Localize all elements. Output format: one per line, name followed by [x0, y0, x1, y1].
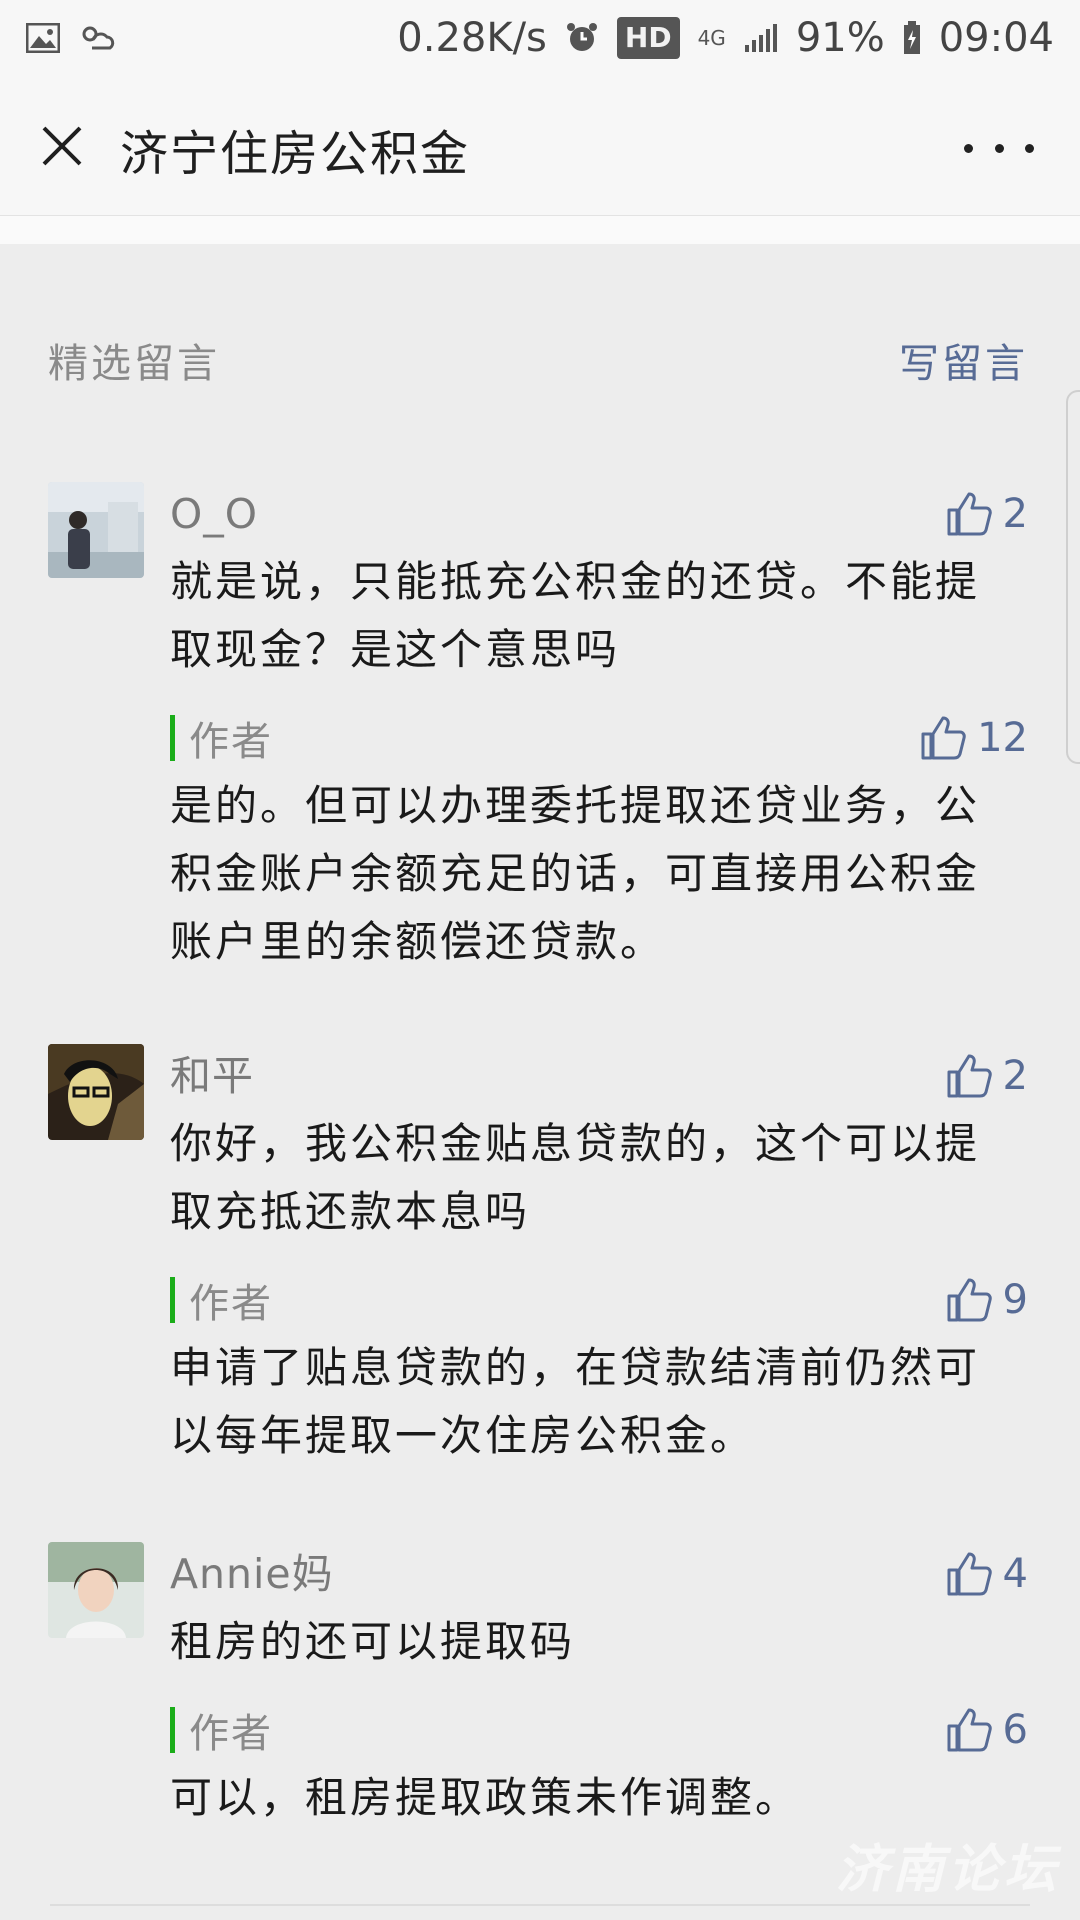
reply-text: 是的。但可以办理委托提取还贷业务，公 积金账户余额充足的话，可直接用公积金 账户… — [170, 772, 1028, 976]
reply-text: 申请了贴息贷款的，在贷款结清前仍然可 以每年提取一次住房公积金。 — [170, 1334, 1028, 1470]
reply-text-line: 账户里的余额偿还贷款。 — [170, 917, 666, 966]
comment-text-line: 你好，我公积金贴息贷款的，这个可以提 — [170, 1119, 981, 1168]
side-scroll-handle[interactable] — [1066, 390, 1080, 764]
clock: 09:04 — [938, 15, 1054, 61]
comment-text-line: 取现金？是这个意思吗 — [170, 625, 621, 674]
avatar[interactable] — [48, 482, 144, 578]
like-button[interactable]: 2 — [945, 482, 1028, 546]
author-reply-bar — [170, 1707, 175, 1753]
like-count: 4 — [1002, 1551, 1028, 1597]
thumbs-up-icon — [947, 1278, 992, 1322]
header-divider — [0, 216, 1080, 244]
like-count: 9 — [1002, 1277, 1028, 1323]
write-comment-link[interactable]: 写留言 — [899, 331, 1028, 389]
reply-text-line: 可以，租房提取政策未作调整。 — [170, 1773, 801, 1822]
like-button[interactable]: 2 — [945, 1044, 1028, 1108]
nav-header: 济宁住房公积金 — [0, 76, 1080, 216]
reply-text-line: 以每年提取一次住房公积金。 — [170, 1411, 756, 1460]
like-count: 2 — [1002, 491, 1028, 537]
reply-text-line: 申请了贴息贷款的，在贷款结清前仍然可 — [170, 1343, 981, 1392]
author-reply: 作者 12 是的。但可以办理委托提取还贷业务，公 积金账户余额充足的话，可直接用… — [170, 706, 1028, 976]
hd-badge: HD — [616, 17, 680, 59]
site-watermark: 济南论坛 — [835, 1840, 1060, 1900]
network-speed: 0.28K/s — [397, 15, 547, 61]
comment-text: 你好，我公积金贴息贷款的，这个可以提 取充抵还款本息吗 — [170, 1110, 1028, 1246]
like-count: 12 — [977, 715, 1028, 761]
more-options-button[interactable] — [964, 120, 1034, 176]
author-label: 作者 — [189, 719, 273, 765]
comment-nickname: Annie妈 — [170, 1550, 334, 1598]
reply-like-button[interactable]: 12 — [919, 706, 1028, 770]
more-dot-icon — [964, 143, 973, 153]
page-title: 济宁住房公积金 — [120, 126, 471, 182]
comment-nickname: 和平 — [170, 1052, 254, 1100]
comment-nickname: O_O — [170, 490, 259, 538]
reply-text: 可以，租房提取政策未作调整。 — [170, 1764, 1028, 1832]
reply-like-button[interactable]: 9 — [945, 1268, 1028, 1332]
battery-percent: 91% — [795, 15, 885, 61]
comment-text-line: 租房的还可以提取码 — [170, 1617, 576, 1666]
thumbs-up-icon — [921, 716, 966, 760]
comment-text-line: 就是说，只能抵充公积金的还贷。不能提 — [170, 557, 981, 606]
reply-like-button[interactable]: 6 — [945, 1698, 1028, 1762]
thumbs-up-icon — [947, 1708, 992, 1752]
comment-text: 就是说，只能抵充公积金的还贷。不能提 取现金？是这个意思吗 — [170, 548, 1028, 684]
like-button[interactable]: 4 — [945, 1542, 1028, 1606]
close-button[interactable] — [34, 118, 90, 174]
reply-text-line: 积金账户余额充足的话，可直接用公积金 — [170, 849, 981, 898]
thumbs-up-icon — [947, 1552, 992, 1596]
more-dot-icon — [994, 143, 1004, 153]
author-reply-bar — [170, 1277, 175, 1323]
bottom-divider — [50, 1904, 1030, 1906]
reply-text-line: 是的。但可以办理委托提取还贷业务，公 — [170, 781, 981, 830]
comments-section-header: 精选留言 写留言 — [48, 330, 1028, 390]
battery-icon — [903, 21, 921, 55]
status-bar: 0.28K/s HD 4G 91% 09:04 — [0, 0, 1080, 76]
thumbs-up-icon — [947, 1054, 992, 1098]
author-reply-bar — [170, 715, 175, 761]
signal-icon — [744, 23, 778, 53]
comment-text-line: 取充抵还款本息吗 — [170, 1187, 531, 1236]
author-reply: 作者 6 可以，租房提取政策未作调整。 — [170, 1698, 1028, 1832]
alarm-icon — [565, 21, 599, 55]
image-notification-icon — [26, 23, 60, 53]
more-dot-icon — [1025, 143, 1034, 153]
network-type: 4G — [697, 26, 726, 50]
author-label: 作者 — [189, 1281, 273, 1327]
thumbs-up-icon — [947, 492, 992, 536]
weather-icon — [78, 22, 118, 54]
comment-text: 租房的还可以提取码 — [170, 1608, 1028, 1676]
avatar[interactable] — [48, 1542, 144, 1638]
author-reply: 作者 9 申请了贴息贷款的，在贷款结清前仍然可 以每年提取一次住房公积金。 — [170, 1268, 1028, 1470]
featured-comments-title: 精选留言 — [48, 341, 220, 387]
close-icon[interactable] — [41, 125, 83, 167]
like-count: 6 — [1002, 1707, 1028, 1753]
like-count: 2 — [1002, 1053, 1028, 1099]
avatar[interactable] — [48, 1044, 144, 1140]
author-label: 作者 — [189, 1711, 273, 1757]
